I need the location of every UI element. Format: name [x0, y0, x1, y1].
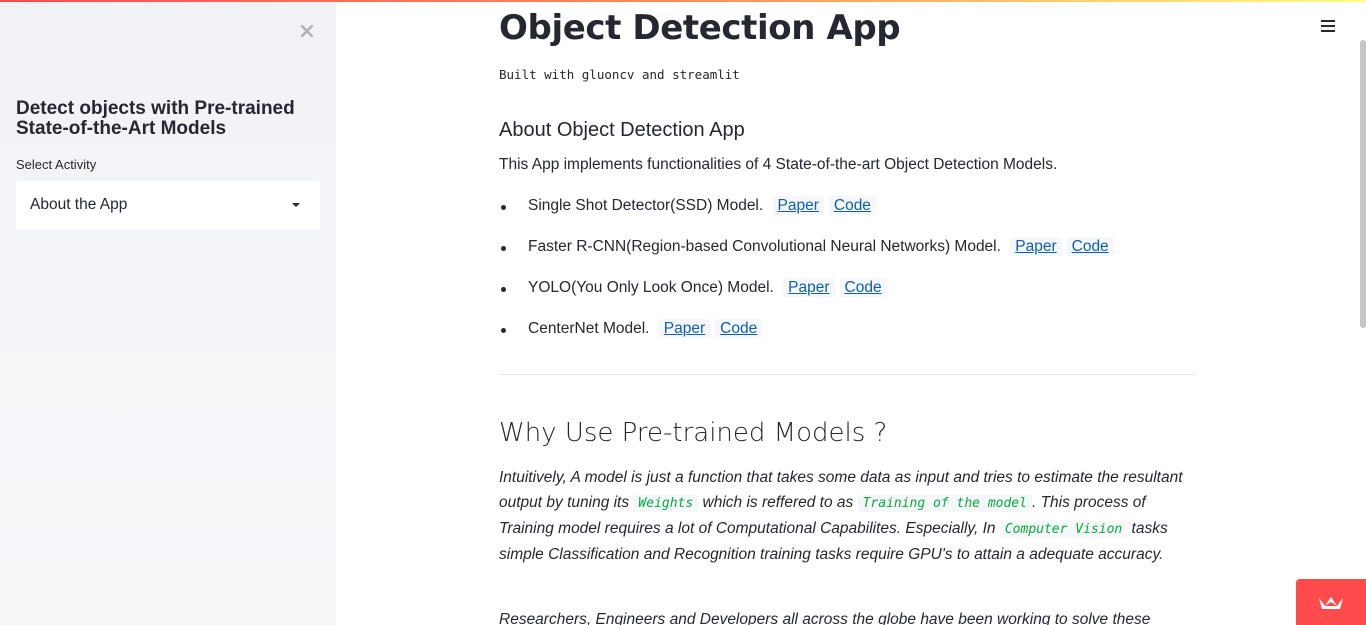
streamlit-crown-icon[interactable]: [1296, 579, 1366, 625]
scrollbar[interactable]: [1360, 40, 1366, 328]
code-link[interactable]: Code: [715, 319, 763, 338]
select-activity-dropdown[interactable]: About the App: [16, 181, 320, 230]
code-link[interactable]: Code: [828, 196, 876, 215]
list-item: CenterNet Model. Paper Code: [499, 319, 1199, 361]
paper-link[interactable]: Paper: [1010, 237, 1062, 256]
list-item: Single Shot Detector(SSD) Model. Paper Co…: [499, 196, 1199, 238]
divider: [499, 374, 1196, 375]
top-decoration-stripe: [0, 0, 1366, 2]
page-subtitle: Built with gluoncv and streamlit: [499, 67, 740, 82]
paper-link[interactable]: Paper: [783, 278, 835, 297]
list-item: Faster R-CNN(Region-based Convolutional …: [499, 237, 1199, 279]
inline-code: Weights: [633, 495, 699, 512]
select-activity-label: Select Activity: [16, 157, 97, 172]
close-icon[interactable]: ×: [297, 20, 317, 44]
models-list: Single Shot Detector(SSD) Model. Paper Co…: [499, 196, 1199, 361]
code-link[interactable]: Code: [839, 278, 887, 297]
bullet-icon: [501, 287, 506, 292]
hamburger-menu-icon[interactable]: [1321, 20, 1337, 36]
model-label: CenterNet Model.: [528, 320, 650, 337]
select-activity-value: About the App: [30, 196, 128, 213]
model-label: Single Shot Detector(SSD) Model.: [528, 197, 764, 214]
why-heading: Why Use Pre-trained Models ?: [499, 418, 888, 448]
paragraph-text: which is reffered to as: [698, 494, 858, 511]
paper-link[interactable]: Paper: [658, 319, 711, 338]
intro-text: This App implements functionalities of 4…: [499, 156, 1058, 173]
main-content: Object Detection App Built with gluoncv …: [336, 2, 1366, 625]
sidebar: × Detect objects with Pre-trained State-…: [0, 2, 336, 625]
inline-code: Training of the model: [857, 495, 1032, 512]
sidebar-title: Detect objects with Pre-trained State-of…: [16, 98, 295, 139]
code-link[interactable]: Code: [1066, 237, 1114, 256]
paper-link[interactable]: Paper: [772, 196, 824, 215]
model-label: Faster R-CNN(Region-based Convolutional …: [528, 238, 1001, 255]
why-paragraph: Intuitively, A model is just a function …: [499, 465, 1189, 567]
page-title: Object Detection App: [499, 8, 901, 48]
bullet-icon: [501, 205, 506, 210]
researchers-paragraph: Researchers, Engineers and Developers al…: [499, 611, 1151, 625]
bullet-icon: [501, 328, 506, 333]
inline-code: Computer Vision: [999, 521, 1128, 538]
chevron-down-icon: [292, 203, 300, 207]
list-item: YOLO(You Only Look Once) Model. Paper Cod…: [499, 278, 1199, 320]
crown-icon: [1319, 597, 1343, 609]
about-heading: About Object Detection App: [499, 119, 745, 141]
bullet-icon: [501, 246, 506, 251]
model-label: YOLO(You Only Look Once) Model.: [528, 279, 774, 296]
